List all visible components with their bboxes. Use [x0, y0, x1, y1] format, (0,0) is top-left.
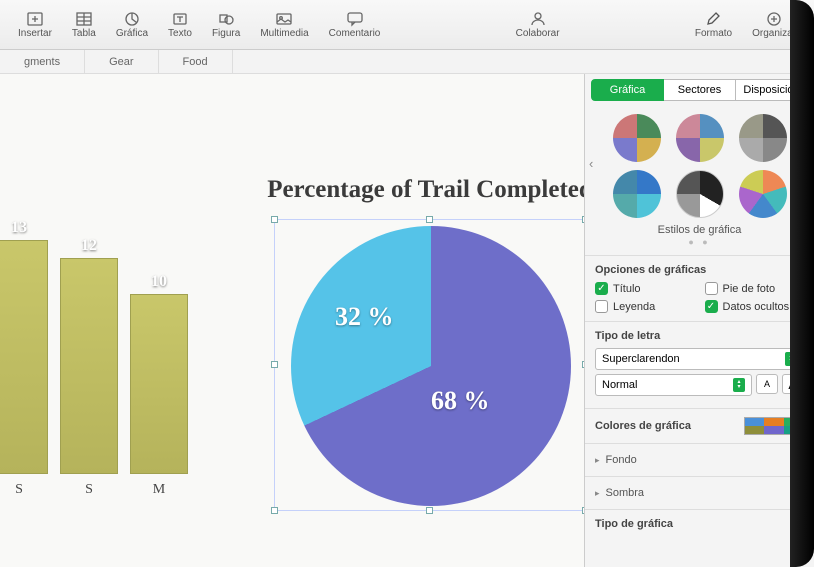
tab-grafica[interactable]: Gráfica	[591, 79, 664, 101]
pie-slice-label: 32 %	[335, 302, 394, 332]
media-button[interactable]: Multimedia	[250, 8, 318, 41]
resize-handle[interactable]	[426, 216, 433, 223]
check-icon: ✓	[595, 282, 608, 295]
plus-icon	[25, 10, 45, 28]
font-style-select[interactable]: Normal ▴▾	[595, 374, 752, 396]
chart-style-thumb[interactable]	[739, 114, 787, 162]
check-icon	[595, 300, 608, 313]
font-section: Tipo de letra Superclarendon ▴▾ Normal ▴…	[585, 321, 814, 408]
section-title: Opciones de gráficas	[595, 264, 804, 276]
sheet-tab[interactable]: Gear	[85, 50, 158, 74]
resize-handle[interactable]	[271, 216, 278, 223]
brush-icon	[703, 10, 723, 28]
check-icon	[705, 282, 718, 295]
chevron-right-icon: ▸	[595, 455, 600, 466]
bar-axis-label: S	[60, 482, 118, 498]
toolbar-label: Tabla	[72, 28, 96, 39]
resize-handle[interactable]	[582, 216, 584, 223]
shape-button[interactable]: Figura	[202, 8, 250, 41]
chevron-left-icon[interactable]: ‹	[589, 156, 593, 171]
table-icon	[74, 10, 94, 28]
chart-style-thumb[interactable]	[613, 170, 661, 218]
section-title: Colores de gráfica	[595, 420, 691, 432]
format-button[interactable]: Formato	[685, 8, 742, 41]
bar-value-label: 13	[11, 219, 27, 237]
bar-value-label: 12	[81, 237, 97, 255]
toolbar-label: Figura	[212, 28, 240, 39]
chart-style-thumb[interactable]	[613, 114, 661, 162]
resize-handle[interactable]	[582, 361, 584, 368]
format-inspector: Gráfica Sectores Disposición ‹ › Estilos…	[584, 74, 814, 567]
layers-icon	[764, 10, 784, 28]
pie-chart[interactable]: 68 % 32 %	[291, 226, 571, 506]
person-icon	[528, 10, 548, 28]
disclosure-sombra[interactable]: ▸ Sombra	[595, 485, 804, 501]
collaborate-button[interactable]: Colaborar	[506, 8, 570, 41]
canvas-area[interactable]: 13 12 10 S S M Percentage of Trail Compl…	[0, 74, 584, 567]
pie-chart-wrapper: Percentage of Trail Completed 68 % 32 %	[260, 174, 584, 511]
text-icon	[170, 10, 190, 28]
shape-icon	[216, 10, 236, 28]
toolbar-label: Multimedia	[260, 28, 308, 39]
pie-slice-label: 68 %	[431, 386, 490, 416]
resize-handle[interactable]	[582, 507, 584, 514]
device-bezel	[790, 0, 814, 567]
bar-value-label: 10	[151, 273, 167, 291]
chart-options-section: Opciones de gráficas ✓Título Pie de foto…	[585, 255, 814, 321]
text-button[interactable]: Texto	[158, 8, 202, 41]
shadow-section: ▸ Sombra	[585, 476, 814, 509]
resize-handle[interactable]	[271, 361, 278, 368]
font-family-select[interactable]: Superclarendon ▴▾	[595, 348, 804, 370]
chart-colors-section: Colores de gráfica	[585, 408, 814, 443]
toolbar-label: Gráfica	[116, 28, 148, 39]
section-title: Tipo de gráfica	[595, 518, 804, 530]
chart-style-thumb[interactable]	[739, 170, 787, 218]
disclosure-fondo[interactable]: ▸ Fondo	[595, 452, 804, 468]
toolbar-label: Comentario	[329, 28, 381, 39]
background-section: ▸ Fondo	[585, 443, 814, 476]
checkbox-legend[interactable]: Leyenda	[595, 300, 695, 313]
stepper-arrows-icon: ▴▾	[733, 378, 745, 392]
toolbar-label: Texto	[168, 28, 192, 39]
image-icon	[274, 10, 294, 28]
page-dots[interactable]: ● ●	[591, 237, 808, 247]
toolbar-label: Insertar	[18, 28, 52, 39]
bar-chart[interactable]: 13 12 10 S S M	[0, 204, 230, 524]
font-size-smaller-button[interactable]: A	[756, 374, 778, 394]
check-icon: ✓	[705, 300, 718, 313]
toolbar-label: Formato	[695, 28, 732, 39]
styles-label: Estilos de gráfica	[591, 224, 808, 236]
chart-button[interactable]: Gráfica	[106, 8, 158, 41]
checkbox-title[interactable]: ✓Título	[595, 282, 695, 295]
sheet-tabs: gments Gear Food	[0, 50, 814, 74]
sheet-tab[interactable]: gments	[0, 50, 85, 74]
chart-styles-section: ‹ › Estilos de gráfica ● ●	[585, 106, 814, 255]
table-button[interactable]: Tabla	[62, 8, 106, 41]
tab-sectores[interactable]: Sectores	[664, 79, 736, 101]
comment-button[interactable]: Comentario	[319, 8, 391, 41]
chart-style-thumb[interactable]	[676, 170, 724, 218]
pie-chart-icon	[122, 10, 142, 28]
section-title: Tipo de letra	[595, 330, 804, 342]
chart-type-section: Tipo de gráfica	[585, 509, 814, 544]
resize-handle[interactable]	[426, 507, 433, 514]
resize-handle[interactable]	[271, 507, 278, 514]
insert-button[interactable]: Insertar	[8, 8, 62, 41]
toolbar-label: Colaborar	[516, 28, 560, 39]
chart-title: Percentage of Trail Completed	[260, 174, 584, 205]
bar-axis-label: M	[130, 482, 188, 498]
sheet-tab[interactable]: Food	[159, 50, 233, 74]
chart-style-thumb[interactable]	[676, 114, 724, 162]
chevron-right-icon: ▸	[595, 488, 600, 499]
comment-icon	[345, 10, 365, 28]
selection-bounds[interactable]: 68 % 32 %	[274, 219, 584, 511]
main-toolbar: Insertar Tabla Gráfica Texto Figura Mult…	[0, 0, 814, 50]
bar-axis-label: S	[0, 482, 48, 498]
